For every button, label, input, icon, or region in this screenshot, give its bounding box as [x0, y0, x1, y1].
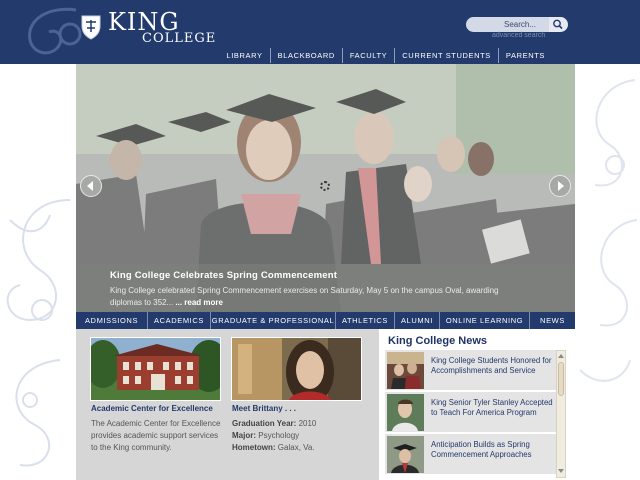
news-thumbnail — [387, 394, 424, 431]
arrow-left-icon — [87, 181, 93, 191]
hero-caption: King College Celebrates Spring Commencem… — [76, 264, 575, 312]
meet-brittany-text: Graduation Year: 2010 Major: Psychology … — [232, 418, 362, 454]
academic-center-title[interactable]: Academic Center for Excellence — [91, 404, 213, 413]
hometown-label: Hometown: — [232, 443, 276, 452]
main-nav-alumni[interactable]: ALUMNI — [394, 312, 439, 329]
main-nav-admissions[interactable]: ADMISSIONS — [76, 312, 147, 329]
arrow-right-icon — [558, 181, 564, 191]
search-button[interactable] — [549, 17, 568, 32]
scroll-down-icon[interactable] — [558, 469, 564, 473]
news-item-title[interactable]: King Senior Tyler Stanley Accepted to Te… — [431, 398, 554, 418]
main-nav-athletics[interactable]: ATHLETICS — [335, 312, 394, 329]
meet-brittany-title[interactable]: Meet Brittany . . . — [232, 404, 296, 413]
hometown-value: Galax, Va. — [277, 443, 315, 452]
main-nav-online-learning[interactable]: ONLINE LEARNING — [439, 312, 529, 329]
main-nav: ADMISSIONS ACADEMICS GRADUATE & PROFESSI… — [76, 312, 575, 329]
news-scrollbar[interactable] — [556, 350, 566, 478]
news-panel: King College News King College Students … — [380, 329, 575, 480]
news-thumbnail — [387, 352, 424, 389]
slideshow-next-button[interactable] — [549, 175, 571, 197]
hero-slideshow[interactable]: King College Celebrates Spring Commencem… — [76, 64, 575, 312]
news-heading: King College News — [388, 335, 488, 347]
search-icon — [553, 19, 563, 30]
shield-crest-icon — [81, 15, 101, 40]
logo-word-college: COLLEGE — [142, 31, 217, 46]
graduation-year-label: Graduation Year: — [232, 419, 297, 428]
scroll-up-icon[interactable] — [558, 354, 564, 358]
search-input[interactable]: Search... — [466, 17, 550, 32]
read-more-link[interactable]: ... read more — [175, 298, 223, 307]
advanced-search-link[interactable]: advanced search — [492, 32, 545, 39]
loading-spinner-icon — [320, 181, 330, 191]
site-logo[interactable]: KING COLLEGE — [80, 10, 216, 54]
main-nav-graduate-professional[interactable]: GRADUATE & PROFESSIONAL — [210, 312, 335, 329]
top-nav: LIBRARY BLACKBOARD FACULTY CURRENT STUDE… — [219, 48, 552, 63]
graduation-year-row: Graduation Year: 2010 — [232, 418, 362, 430]
top-nav-library[interactable]: LIBRARY — [219, 48, 269, 63]
hero-caption-text: King College celebrated Spring Commencem… — [110, 285, 530, 309]
main-nav-news[interactable]: NEWS — [529, 312, 575, 329]
features-panel: Academic Center for Excellence The Acade… — [76, 329, 379, 480]
header-swirl-decoration — [28, 7, 82, 55]
major-label: Major: — [232, 431, 256, 440]
hometown-row: Hometown: Galax, Va. — [232, 442, 362, 454]
hero-caption-title[interactable]: King College Celebrates Spring Commencem… — [110, 270, 575, 281]
right-swirl-decoration — [579, 79, 638, 382]
news-item[interactable]: King Senior Tyler Stanley Accepted to Te… — [385, 392, 556, 432]
top-nav-parents[interactable]: PARENTS — [497, 48, 552, 63]
slideshow-prev-button[interactable] — [80, 175, 102, 197]
news-list: King College Students Honored for Accomp… — [385, 350, 556, 480]
news-item[interactable]: King College Students Honored for Accomp… — [385, 350, 556, 390]
top-nav-blackboard[interactable]: BLACKBOARD — [269, 48, 342, 63]
meet-brittany-image[interactable] — [231, 337, 362, 401]
top-nav-current-students[interactable]: CURRENT STUDENTS — [394, 48, 498, 63]
academic-center-image[interactable] — [90, 337, 221, 401]
scroll-thumb[interactable] — [558, 362, 564, 396]
news-item[interactable]: Anticipation Builds as Spring Commenceme… — [385, 434, 556, 474]
news-item-title[interactable]: Anticipation Builds as Spring Commenceme… — [431, 440, 554, 460]
hero-caption-body: King College celebrated Spring Commencem… — [110, 286, 499, 307]
news-thumbnail — [387, 436, 424, 473]
top-nav-faculty[interactable]: FACULTY — [341, 48, 394, 63]
academic-center-text: The Academic Center for Excellence provi… — [91, 419, 221, 452]
graduation-year-value: 2010 — [298, 419, 317, 428]
left-swirl-decoration — [6, 199, 71, 467]
site-header: KING COLLEGE Search... advanced search L… — [0, 0, 640, 64]
main-nav-academics[interactable]: ACADEMICS — [147, 312, 210, 329]
major-value: Psychology — [258, 431, 300, 440]
major-row: Major: Psychology — [232, 430, 362, 442]
news-item-title[interactable]: King College Students Honored for Accomp… — [431, 356, 554, 376]
